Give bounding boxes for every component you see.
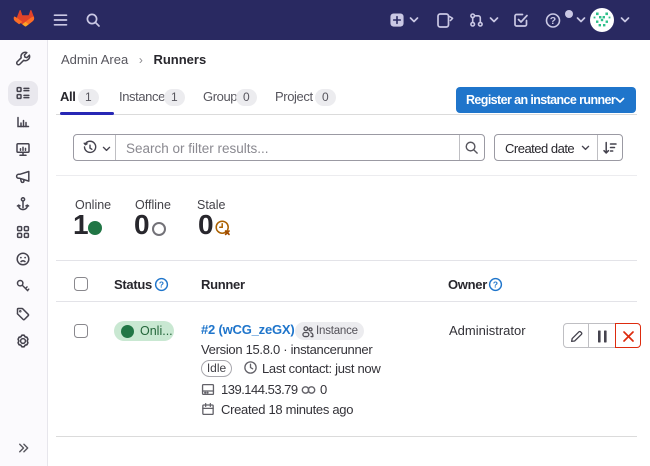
svg-text:?: ? [550,15,556,27]
svg-text:?: ? [493,280,498,290]
svg-text:?: ? [159,280,164,290]
